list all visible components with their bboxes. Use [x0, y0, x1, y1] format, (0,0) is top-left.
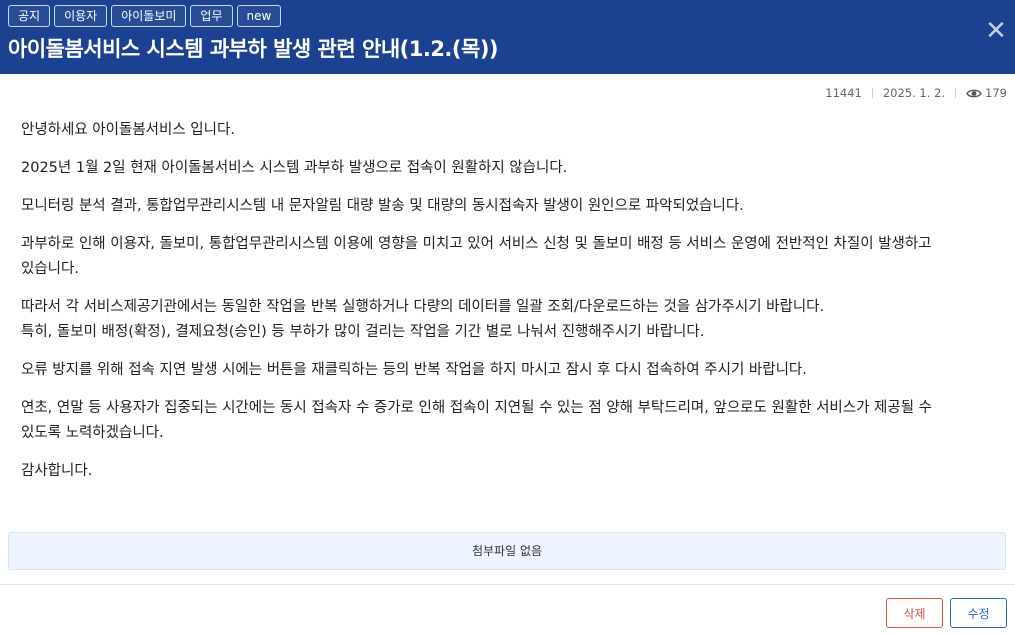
tag-list: 공지 이용자 아이돌보미 업무 new	[8, 5, 282, 27]
paragraph-status: 2025년 1월 2일 현재 아이돌봄서비스 시스템 과부하 발생으로 접속이 …	[21, 160, 568, 176]
paragraph-request: 따라서 각 서비스제공기관에서는 동일한 작업을 반복 실행하거나 다량의 데이…	[21, 299, 825, 340]
post-number: 11441	[825, 86, 862, 100]
post-body: 안녕하세요 아이돌봄서비스 입니다. 2025년 1월 2일 현재 아이돌봄서비…	[21, 118, 991, 484]
tag-new[interactable]: new	[236, 5, 282, 27]
eye-icon	[966, 88, 982, 99]
post-date: 2025. 1. 2.	[882, 86, 946, 100]
paragraph-thanks: 감사합니다.	[21, 463, 93, 479]
tag-work[interactable]: 업무	[190, 5, 233, 27]
attachment-empty-label: 첨부파일 없음	[471, 544, 543, 558]
meta-divider	[871, 88, 873, 98]
footer-divider	[0, 584, 1015, 585]
view-count: 179	[985, 86, 1007, 100]
meta-divider	[955, 88, 957, 98]
close-icon[interactable]: ✕	[985, 18, 1007, 44]
attachment-box: 첨부파일 없음	[8, 532, 1006, 570]
notice-header: 공지 이용자 아이돌보미 업무 new 아이돌봄서비스 시스템 과부하 발생 관…	[0, 0, 1015, 74]
edit-button[interactable]: 수정	[950, 598, 1007, 628]
post-meta: 11441 2025. 1. 2. 179	[825, 86, 1007, 100]
delete-button[interactable]: 삭제	[886, 598, 943, 628]
tag-caregiver[interactable]: 아이돌보미	[111, 5, 187, 27]
tag-notice[interactable]: 공지	[8, 5, 51, 27]
tag-user[interactable]: 이용자	[54, 5, 108, 27]
paragraph-prevention: 오류 방지를 위해 접속 지연 발생 시에는 버튼을 재클릭하는 등의 반복 작…	[21, 362, 807, 378]
paragraph-cause: 모니터링 분석 결과, 통합업무관리시스템 내 문자알림 대량 발송 및 대량의…	[21, 198, 744, 214]
paragraph-apology: 연초, 연말 등 사용자가 집중되는 시간에는 동시 접속자 수 증가로 인해 …	[21, 400, 933, 441]
page-title: 아이돌봄서비스 시스템 과부하 발생 관련 안내(1.2.(목))	[8, 37, 499, 61]
paragraph-greeting: 안녕하세요 아이돌봄서비스 입니다.	[21, 122, 235, 138]
paragraph-impact: 과부하로 인해 이용자, 돌보미, 통합업무관리시스템 이용에 영향을 미치고 …	[21, 236, 932, 277]
